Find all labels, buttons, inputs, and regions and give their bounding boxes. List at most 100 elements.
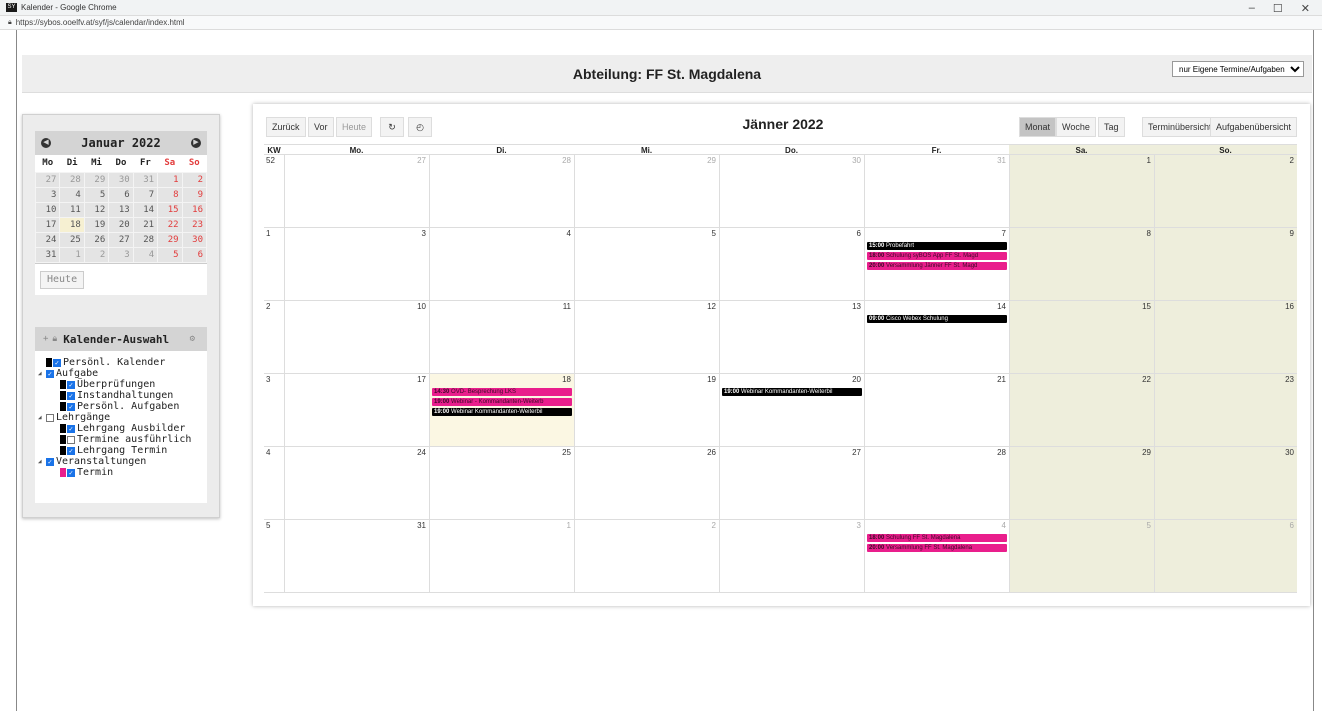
week-number[interactable]: 1 (264, 228, 284, 301)
task-overview-button[interactable]: Aufgabenübersicht (1210, 117, 1298, 137)
calendar-checkbox[interactable]: ✓ (67, 446, 75, 455)
calendar-event[interactable]: 20:00 Versammlung FF St. Magdalena (867, 544, 1007, 552)
day-cell[interactable]: 2 (574, 520, 719, 593)
day-cell[interactable]: 16 (1154, 301, 1297, 374)
day-cell[interactable]: 14 09:00 Cisco Webex Schulung (864, 301, 1009, 374)
clock-icon[interactable]: ◴ (408, 117, 432, 137)
mini-day-cell[interactable]: 30 (108, 171, 134, 188)
mini-day-cell[interactable]: 4 (132, 246, 159, 263)
calendar-tree-item[interactable]: ✓ Überprüfungen (38, 379, 207, 390)
calendar-tree-item[interactable]: ✓ Lehrgang Ausbilder (38, 423, 207, 434)
mini-day-cell[interactable]: 26 (83, 231, 110, 248)
mini-day-cell[interactable]: 12 (83, 201, 110, 218)
calendar-event[interactable]: 14:30 OVD- Besprechung LKS (432, 388, 572, 396)
week-number[interactable]: 2 (264, 301, 284, 374)
day-cell[interactable]: 6 (719, 228, 864, 301)
mini-day-cell[interactable]: 17 (34, 216, 61, 233)
day-cell[interactable]: 7 15:00 Probefahrt 18:00 Schulung syBOS Ap… (864, 228, 1009, 301)
day-cell[interactable]: 26 (574, 447, 719, 520)
expand-triangle-icon[interactable]: ◢ (38, 412, 44, 423)
mini-day-cell[interactable]: 1 (59, 246, 85, 263)
day-cell[interactable]: 18 14:30 OVD- Besprechung LKS 19:00 Webina… (429, 374, 574, 447)
mini-day-cell[interactable]: 15 (157, 201, 183, 218)
week-number[interactable]: 4 (264, 447, 284, 520)
mini-day-cell[interactable]: 27 (34, 171, 61, 188)
day-cell[interactable]: 21 (864, 374, 1009, 447)
week-number[interactable]: 3 (264, 374, 284, 447)
day-cell[interactable]: 13 (719, 301, 864, 374)
mini-day-cell[interactable]: 4 (59, 186, 85, 203)
expand-triangle-icon[interactable]: ◢ (38, 456, 44, 467)
mini-day-cell[interactable]: 19 (83, 216, 110, 233)
day-cell[interactable]: 22 (1009, 374, 1154, 447)
mini-day-cell[interactable]: 31 (34, 246, 61, 263)
mini-day-cell[interactable]: 29 (83, 171, 110, 188)
calendar-tree-item[interactable]: ✓ Persönl. Aufgaben (38, 401, 207, 412)
mini-day-cell[interactable]: 24 (34, 231, 61, 248)
day-cell[interactable]: 3 (284, 228, 429, 301)
today-button[interactable]: Heute (336, 117, 373, 137)
mini-today-button[interactable]: Heute (40, 270, 85, 289)
calendar-checkbox[interactable]: ✓ (46, 413, 54, 422)
mini-day-cell[interactable]: 28 (132, 231, 159, 248)
next-button[interactable]: Vor (308, 117, 334, 137)
calendar-tree-item[interactable]: ✓ Persönl. Kalender (38, 357, 207, 368)
day-cell[interactable]: 19 (574, 374, 719, 447)
expand-icon[interactable]: + (43, 334, 48, 344)
day-cell[interactable]: 30 (1154, 447, 1297, 520)
calendar-checkbox[interactable]: ✓ (67, 380, 75, 389)
day-cell[interactable]: 6 (1154, 520, 1297, 593)
mini-day-cell[interactable]: 2 (83, 246, 110, 263)
calendar-checkbox[interactable]: ✓ (53, 358, 61, 367)
mini-day-cell[interactable]: 25 (59, 231, 85, 248)
day-cell[interactable]: 1 (1009, 155, 1154, 228)
mini-day-cell[interactable]: 28 (59, 171, 85, 188)
month-view-button[interactable]: Monat (1019, 117, 1057, 137)
day-cell[interactable]: 9 (1154, 228, 1297, 301)
mini-day-cell[interactable]: 7 (132, 186, 159, 203)
mini-day-cell[interactable]: 18 (59, 216, 85, 233)
mini-day-cell[interactable]: 2 (181, 171, 208, 188)
calendar-event[interactable]: 18:00 Schulung FF St. Magdalena (867, 534, 1007, 542)
filter-select[interactable]: nur Eigene Termine/Aufgaben (1172, 61, 1304, 77)
day-cell[interactable]: 15 (1009, 301, 1154, 374)
calendar-event[interactable]: 09:00 Cisco Webex Schulung (867, 315, 1007, 323)
mini-day-cell[interactable]: 23 (181, 216, 208, 233)
mini-day-cell[interactable]: 11 (59, 201, 85, 218)
mini-day-cell[interactable]: 6 (108, 186, 134, 203)
calendar-checkbox[interactable]: ✓ (67, 468, 75, 477)
week-view-button[interactable]: Woche (1056, 117, 1096, 137)
day-cell[interactable]: 4 (429, 228, 574, 301)
calendar-checkbox[interactable]: ✓ (46, 457, 54, 466)
mini-day-cell[interactable]: 3 (34, 186, 61, 203)
day-cell[interactable]: 1 (429, 520, 574, 593)
mini-day-cell[interactable]: 29 (157, 231, 183, 248)
calendar-checkbox[interactable]: ✓ (46, 369, 54, 378)
mini-day-cell[interactable]: 9 (181, 186, 208, 203)
mini-day-cell[interactable]: 20 (108, 216, 134, 233)
calendar-tree-item[interactable]: ✓ Lehrgang Termin (38, 445, 207, 456)
calendar-tree-item[interactable]: ◢ ✓ Veranstaltungen (38, 456, 207, 467)
calendar-event[interactable]: 19:00 Webinar Kommandanten-Weiterbil (432, 408, 572, 416)
day-cell[interactable]: 28 (864, 447, 1009, 520)
calendar-event[interactable]: 19:00 Webinar - Kommandanten-Weiterb (432, 398, 572, 406)
day-cell[interactable]: 5 (1009, 520, 1154, 593)
settings-icon[interactable]: ⚙ (190, 334, 195, 344)
mini-day-cell[interactable]: 30 (181, 231, 208, 248)
day-cell[interactable]: 3 (719, 520, 864, 593)
day-cell[interactable]: 27 (284, 155, 429, 228)
day-cell[interactable]: 12 (574, 301, 719, 374)
close-icon[interactable]: ✕ (1301, 2, 1310, 15)
day-cell[interactable]: 27 (719, 447, 864, 520)
calendar-tree-item[interactable]: ✓Termine ausführlich (38, 434, 207, 445)
mini-day-cell[interactable]: 5 (157, 246, 183, 263)
mini-day-cell[interactable]: 21 (132, 216, 159, 233)
mini-day-cell[interactable]: 16 (181, 201, 208, 218)
mini-day-cell[interactable]: 13 (108, 201, 134, 218)
calendar-event[interactable]: 20:00 Versammlung Jänner FF St. Magd (867, 262, 1007, 270)
calendar-event[interactable]: 18:00 Schulung syBOS App FF St. Magd (867, 252, 1007, 260)
mini-day-cell[interactable]: 3 (108, 246, 134, 263)
day-view-button[interactable]: Tag (1098, 117, 1125, 137)
appointment-overview-button[interactable]: Terminübersicht (1142, 117, 1218, 137)
mini-day-cell[interactable]: 5 (83, 186, 110, 203)
